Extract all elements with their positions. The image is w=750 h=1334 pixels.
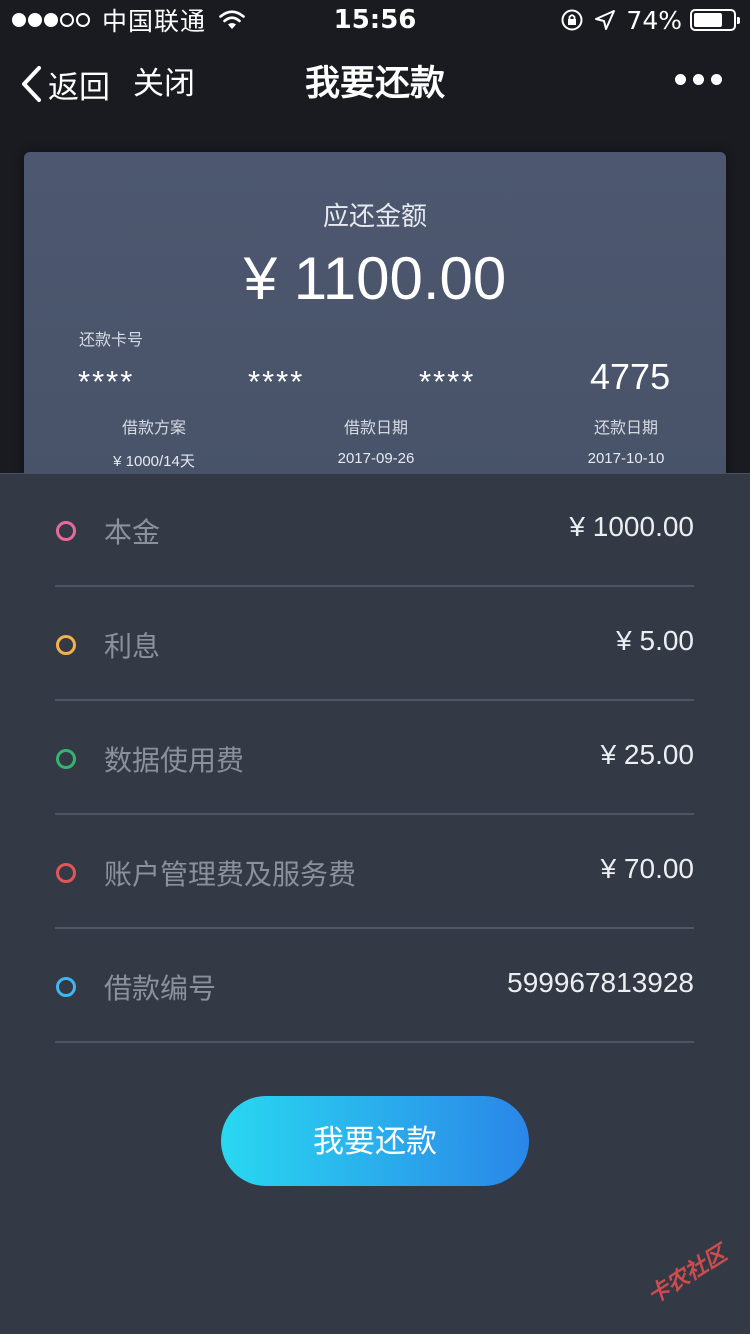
repayment-card-label: 还款卡号: [79, 330, 144, 349]
detail-row-principal: 本金 ¥ 1000.00: [55, 473, 694, 587]
card-number-group: ****: [419, 364, 476, 399]
detail-label: 利息: [104, 630, 161, 663]
detail-label: 本金: [104, 516, 161, 549]
rotation-lock-icon: [561, 9, 583, 31]
bullet-ring-icon: [56, 749, 76, 769]
repay-date-label: 还款日期: [593, 418, 658, 437]
repay-date-value: 2017-10-10: [587, 450, 665, 467]
card-number-last-digits: 4775: [590, 356, 671, 397]
repay-date: 还款日期 2017-10-10: [526, 414, 726, 467]
detail-label: 账户管理费及服务费: [104, 858, 357, 891]
loan-date-label: 借款日期: [343, 418, 408, 437]
card-number-group: ****: [248, 364, 305, 399]
navigation-bar: 返回 关闭 我要还款: [0, 40, 750, 128]
detail-label: 数据使用费: [104, 744, 245, 777]
page-title: 我要还款: [304, 64, 445, 104]
status-bar: 中国联通 15:56 74%: [0, 0, 750, 40]
amount-due-label: 应还金额: [322, 202, 427, 232]
bullet-ring-icon: [56, 863, 76, 883]
detail-label: 借款编号: [104, 972, 217, 1005]
repayment-summary-card: 应还金额 ¥ 1100.00 还款卡号 **** **** **** 4775 …: [24, 152, 726, 482]
more-dots-icon: [675, 74, 686, 85]
card-number-group: ****: [78, 364, 135, 399]
bullet-ring-icon: [56, 635, 76, 655]
detail-row-service-fee: 账户管理费及服务费 ¥ 70.00: [55, 815, 694, 929]
bullet-ring-icon: [56, 521, 76, 541]
loan-date: 借款日期 2017-09-26: [276, 414, 476, 467]
amount-due-value: ¥ 1100.00: [243, 245, 507, 312]
loan-date-value: 2017-09-26: [337, 450, 415, 467]
detail-row-loan-number: 借款编号 599967813928: [55, 929, 694, 1043]
loan-plan-value: ¥ 1000/14天: [113, 453, 195, 470]
detail-row-interest: 利息 ¥ 5.00: [55, 587, 694, 701]
detail-value: ¥ 5.00: [616, 625, 694, 656]
battery-percent: 74%: [626, 5, 682, 35]
location-icon: [595, 10, 616, 30]
repay-button[interactable]: 我要还款: [221, 1096, 529, 1186]
loan-plan-label: 借款方案: [121, 418, 186, 437]
status-right: 74%: [550, 4, 740, 36]
detail-row-data-fee: 数据使用费 ¥ 25.00: [55, 701, 694, 815]
detail-value: ¥ 1000.00: [569, 511, 694, 542]
loan-plan: 借款方案 ¥ 1000/14天: [54, 414, 254, 471]
detail-value: ¥ 25.00: [600, 739, 694, 770]
more-options-button[interactable]: [668, 74, 722, 85]
detail-value: 599967813928: [507, 967, 694, 998]
bullet-ring-icon: [56, 977, 76, 997]
battery-icon: [690, 9, 740, 31]
detail-value: ¥ 70.00: [600, 853, 694, 884]
